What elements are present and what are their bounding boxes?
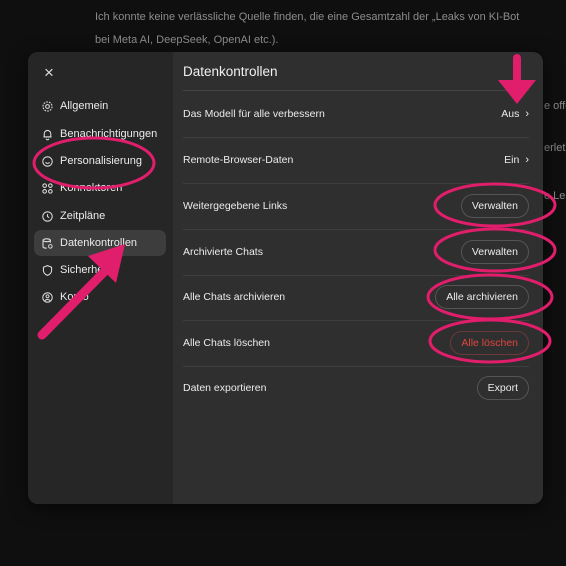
sidebar-item-sicherheit[interactable]: Sicherheit (34, 257, 166, 283)
setting-label: Archivierte Chats (183, 246, 263, 258)
setting-value: Aus (501, 108, 520, 120)
setting-value: Ein (504, 154, 520, 166)
setting-row-daten-exportieren: Daten exportieren Export (183, 365, 529, 411)
setting-row-modell-verbessern: Das Modell für alle verbessern Aus › (183, 91, 529, 137)
page-title: Datenkontrollen (183, 64, 278, 79)
setting-row-archivierte-chats: Archivierte Chats Verwalten (183, 229, 529, 275)
setting-label: Weitergegebene Links (183, 200, 288, 212)
settings-sidebar: × Allgemein Benachrichtigungen Personali… (28, 52, 173, 504)
background-chat-line-1: Ich konnte keine verlässliche Quelle fin… (95, 11, 520, 23)
account-icon (42, 291, 53, 303)
chevron-right-icon: › (525, 108, 529, 120)
setting-label: Alle Chats archivieren (183, 291, 286, 303)
improve-model-toggle[interactable]: Aus › (501, 108, 529, 120)
sidebar-item-allgemein[interactable]: Allgemein (34, 93, 166, 119)
sidebar-item-zeitplaene[interactable]: Zeitpläne (34, 203, 166, 229)
sidebar-item-label: Sicherheit (60, 264, 109, 276)
sidebar-item-label: Benachrichtigungen (60, 128, 158, 140)
remote-browser-toggle[interactable]: Ein › (504, 154, 529, 166)
sidebar-item-personalisierung[interactable]: Personalisierung (34, 148, 166, 174)
personalization-icon (42, 155, 53, 167)
background-chat-fragment: e offe (544, 100, 566, 112)
database-icon (42, 237, 53, 249)
setting-label: Alle Chats löschen (183, 337, 270, 349)
setting-row-alle-loeschen: Alle Chats löschen Alle löschen (183, 320, 529, 366)
sidebar-item-konto[interactable]: Konto (34, 284, 166, 310)
clock-icon (42, 210, 53, 222)
bell-icon (43, 129, 52, 140)
sidebar-item-label: Konnektoren (60, 182, 123, 194)
manage-archived-chats-button[interactable]: Verwalten (460, 240, 529, 264)
background-chat-fragment: e Le (544, 190, 566, 202)
archive-all-button[interactable]: Alle archivieren (435, 285, 529, 309)
sidebar-item-label: Personalisierung (60, 155, 142, 167)
shield-icon (42, 264, 53, 276)
setting-row-alle-archivieren: Alle Chats archivieren Alle archivieren (183, 274, 529, 320)
chevron-right-icon: › (525, 154, 529, 166)
setting-label: Das Modell für alle verbessern (183, 108, 325, 120)
sidebar-item-konnektoren[interactable]: Konnektoren (34, 175, 166, 201)
close-button[interactable]: × (38, 62, 60, 84)
gear-icon (42, 100, 53, 112)
setting-label: Remote-Browser-Daten (183, 154, 294, 166)
export-button[interactable]: Export (476, 376, 529, 400)
sidebar-item-label: Konto (60, 291, 89, 303)
settings-modal: × Allgemein Benachrichtigungen Personali… (28, 52, 543, 504)
sidebar-item-label: Datenkontrollen (60, 237, 138, 249)
sidebar-item-datenkontrollen[interactable]: Datenkontrollen (34, 230, 166, 256)
sidebar-item-label: Allgemein (60, 100, 109, 112)
setting-label: Daten exportieren (183, 382, 267, 394)
settings-content: Datenkontrollen Das Modell für alle verb… (173, 52, 543, 504)
manage-shared-links-button[interactable]: Verwalten (460, 194, 529, 218)
background-chat-fragment: erlet (544, 142, 566, 154)
background-chat-line-2: bei Meta AI, DeepSeek, OpenAI etc.). (95, 34, 279, 46)
sidebar-item-benachrichtigungen[interactable]: Benachrichtigungen (34, 121, 166, 147)
sidebar-item-label: Zeitpläne (60, 210, 106, 222)
setting-row-remote-browser: Remote-Browser-Daten Ein › (183, 137, 529, 183)
connectors-icon (42, 182, 53, 194)
setting-row-weitergegebene-links: Weitergegebene Links Verwalten (183, 183, 529, 229)
delete-all-button[interactable]: Alle löschen (450, 331, 529, 355)
